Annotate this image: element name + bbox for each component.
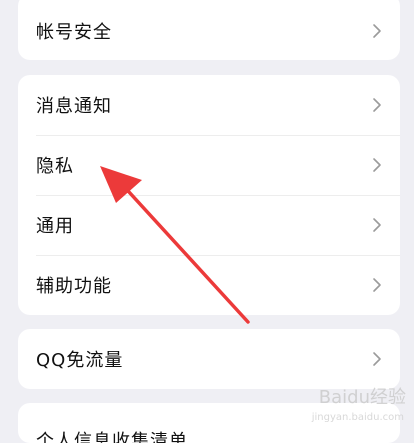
general-settings-card: 消息通知 隐私 通用 辅助功能 [18,75,400,315]
settings-row-account-security[interactable]: 帐号安全 [18,0,400,60]
chevron-right-icon [373,218,381,232]
personal-info-card: 个人信息收集清单 [18,403,400,443]
settings-row-notifications[interactable]: 消息通知 [18,75,400,135]
settings-row-personal-info-list[interactable]: 个人信息收集清单 [18,403,400,443]
settings-row-label: QQ免流量 [36,350,124,371]
watermark-url: jingyan.baidu.com [311,412,404,423]
settings-row-label: 消息通知 [36,96,112,117]
chevron-right-icon [373,278,381,292]
traffic-settings-card: QQ免流量 [18,329,400,389]
settings-row-label: 通用 [36,216,74,237]
settings-row-label: 个人信息收集清单 [36,431,188,443]
settings-row-label: 辅助功能 [36,276,112,297]
settings-row-accessibility[interactable]: 辅助功能 [18,255,400,315]
settings-row-general[interactable]: 通用 [18,195,400,255]
chevron-right-icon [373,158,381,172]
watermark-logo: Baidu经验 [318,387,406,408]
chevron-right-icon [373,352,381,366]
settings-row-label: 帐号安全 [36,22,112,43]
account-settings-card: 帐号安全 [18,0,400,60]
settings-row-privacy[interactable]: 隐私 [18,135,400,195]
settings-row-label: 隐私 [36,156,74,177]
chevron-right-icon [373,24,381,38]
settings-row-free-data[interactable]: QQ免流量 [18,329,400,389]
chevron-right-icon [373,98,381,112]
